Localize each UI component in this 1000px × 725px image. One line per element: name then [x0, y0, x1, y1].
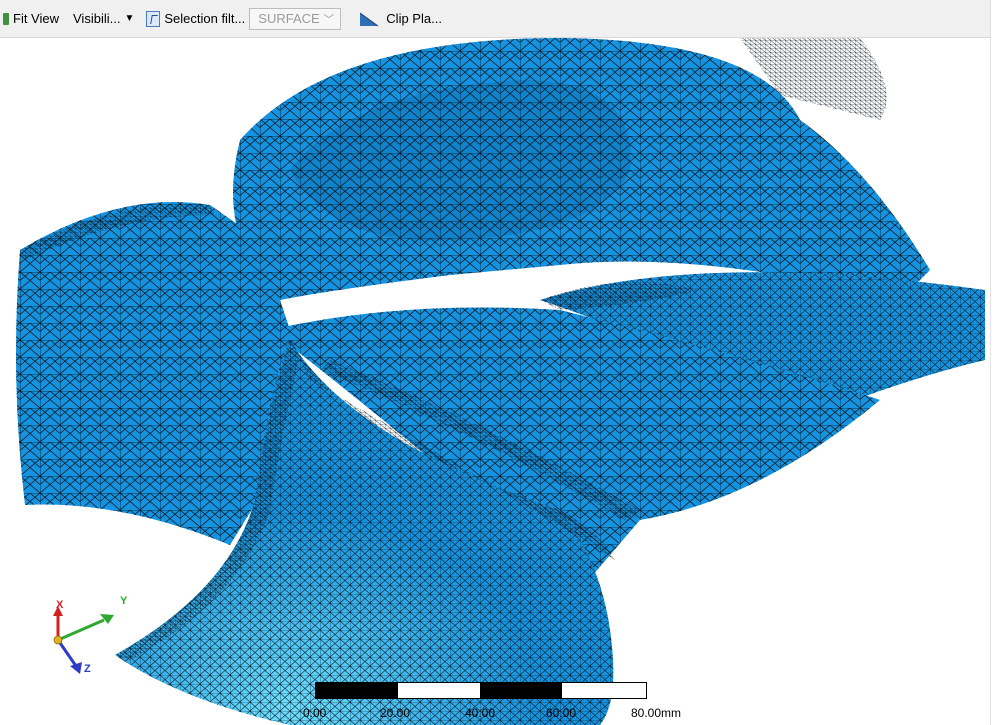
selection-filter-value: SURFACE — [258, 11, 320, 26]
triad-z-label: Z — [84, 663, 91, 675]
triad-x-label: X — [56, 599, 64, 611]
scale-label: 20.00 — [380, 706, 411, 720]
fit-view-icon — [3, 12, 9, 25]
clip-plane-icon — [360, 12, 379, 26]
hub-ring-surface — [233, 38, 931, 300]
scale-segment — [480, 683, 562, 698]
scale-label: 40.00 — [465, 706, 496, 720]
scale-segment — [316, 683, 398, 698]
scale-bar — [315, 682, 647, 699]
triad-y-label: Y — [120, 595, 128, 607]
visibility-dropdown[interactable]: Visibili... ▼ — [70, 0, 137, 37]
selection-filter-button[interactable]: Selection filt... — [143, 0, 248, 37]
visibility-label: Visibili... — [73, 11, 121, 26]
chevron-down-icon: ﹀ — [323, 13, 335, 26]
coordinate-triad — [53, 606, 114, 674]
selection-filter-combo[interactable]: SURFACE ﹀ — [249, 7, 342, 30]
scale-label: 0.00 — [303, 706, 327, 720]
fit-view-label: Fit View — [13, 11, 59, 26]
selection-filter-label: Selection filt... — [164, 11, 246, 26]
viewport-right-edge — [990, 0, 1000, 725]
scale-label: 60.00 — [546, 706, 577, 720]
scale-label: 80.00mm — [631, 706, 682, 720]
fit-view-button[interactable]: Fit View — [0, 0, 62, 37]
selection-filter-icon — [146, 10, 161, 27]
scale-segment — [398, 683, 480, 698]
dropdown-arrow-icon: ▼ — [124, 13, 135, 24]
scale-segment — [562, 683, 646, 698]
graphics-viewport[interactable]: X Y Z — [0, 38, 990, 725]
clip-plane-label: Clip Pla... — [386, 11, 442, 26]
viewport-toolbar: Fit View Visibili... ▼ Selection filt...… — [0, 0, 990, 38]
mesh-render — [16, 38, 985, 725]
clip-plane-button[interactable]: Clip Pla... — [355, 0, 445, 37]
